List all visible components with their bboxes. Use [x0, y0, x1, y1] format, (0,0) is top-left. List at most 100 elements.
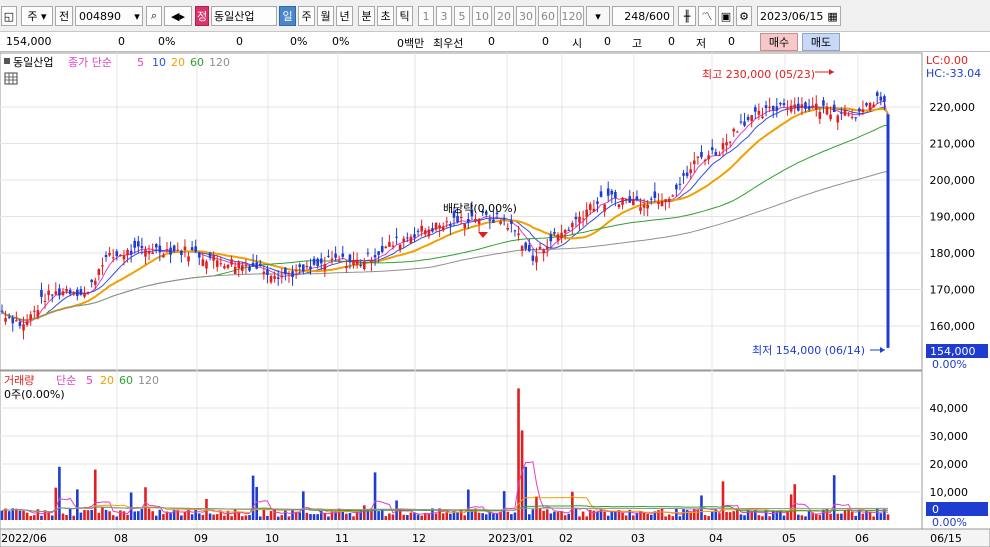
- candle-body: [707, 155, 710, 160]
- candle-body: [47, 290, 50, 296]
- candle-body: [621, 198, 624, 205]
- stock-chart[interactable]: 동일산업 종가 단순 5 10 20 60 120 LC:0.00 HC:-33…: [0, 0, 990, 547]
- volume-bar: [90, 509, 93, 520]
- volume-bar: [524, 466, 528, 520]
- price-panel-stock-name: 동일산업: [13, 55, 53, 69]
- candle-body: [58, 288, 61, 296]
- volume-bar: [606, 515, 610, 520]
- volume-bar: [18, 510, 22, 520]
- candle-body: [65, 288, 68, 292]
- volume-bar: [517, 388, 520, 520]
- ma20-label: 20: [171, 56, 185, 69]
- volume-bar: [732, 511, 736, 520]
- volume-bar: [241, 516, 244, 520]
- candle-body: [119, 254, 122, 256]
- candle-body: [248, 266, 251, 271]
- last-volume-text: 0: [932, 503, 939, 516]
- candle-body: [682, 173, 685, 176]
- candle-body: [764, 105, 768, 109]
- volume-bar: [624, 515, 628, 520]
- candle-body: [588, 204, 592, 211]
- volume-bar: [101, 507, 104, 520]
- volume-bar: [15, 508, 18, 520]
- candle-body: [725, 142, 728, 146]
- volume-bar: [169, 513, 172, 520]
- candle-body: [348, 254, 352, 262]
- candle-body: [68, 289, 72, 294]
- candle-body: [761, 116, 764, 119]
- candle-body: [560, 232, 563, 238]
- volume-bar: [578, 516, 581, 520]
- x-tick-label: 04: [709, 532, 723, 545]
- volume-bar: [804, 516, 807, 520]
- volume-bar: [675, 508, 678, 520]
- candle-body: [122, 255, 126, 260]
- candle-body: [298, 264, 302, 268]
- volume-bar: [434, 513, 438, 520]
- candle-body: [97, 269, 101, 276]
- candle-body: [596, 201, 599, 204]
- candle-body: [714, 151, 718, 156]
- volume-bar: [230, 516, 233, 520]
- candle-body: [531, 255, 535, 261]
- volume-bar: [463, 515, 467, 520]
- candle-body: [29, 314, 32, 320]
- volume-bar: [248, 515, 251, 520]
- candle-body: [556, 234, 560, 241]
- volume-bar: [76, 489, 79, 520]
- candle-body: [689, 169, 693, 174]
- candle-body: [854, 117, 858, 119]
- volume-bar: [427, 513, 431, 520]
- candle-body: [341, 253, 345, 257]
- candle-body: [40, 289, 43, 297]
- candle-body: [334, 253, 337, 258]
- candle-body: [406, 237, 409, 239]
- candle-body: [477, 218, 481, 224]
- candle-body: [739, 121, 743, 123]
- volume-bar: [510, 514, 513, 520]
- candle-body: [83, 292, 86, 297]
- volume-bar: [646, 514, 649, 520]
- volume-bar: [667, 514, 671, 520]
- price-tick-label: 200,000: [930, 174, 976, 187]
- volume-bar: [380, 509, 384, 520]
- candle-body: [312, 258, 316, 265]
- candle-body: [865, 103, 868, 106]
- candle-body: [847, 114, 850, 116]
- ma120-label: 120: [209, 56, 230, 69]
- volume-bar: [273, 508, 276, 520]
- candle-body: [617, 204, 621, 208]
- candle-body: [732, 128, 736, 132]
- volume-bar: [449, 513, 452, 520]
- candle-body: [649, 198, 653, 200]
- volume-bar: [377, 511, 380, 520]
- candle-body: [700, 151, 703, 158]
- volume-bar: [384, 516, 388, 520]
- candle-body: [90, 279, 93, 283]
- volume-bar: [692, 508, 696, 520]
- volume-bar: [280, 515, 284, 520]
- candle-body: [61, 291, 65, 296]
- candle-body: [183, 246, 187, 251]
- candle-body: [158, 245, 162, 253]
- candle-body: [255, 262, 258, 269]
- candle-body: [273, 276, 276, 279]
- volume-bar: [29, 515, 32, 520]
- candle-body: [736, 131, 739, 133]
- candle-body: [685, 172, 689, 177]
- candle-body: [492, 219, 495, 223]
- volume-bar: [585, 516, 588, 520]
- candle-body: [144, 249, 147, 257]
- volume-bar: [129, 492, 133, 520]
- volume-bar: [362, 505, 366, 520]
- candle-body: [165, 249, 169, 251]
- candle-body: [327, 255, 330, 257]
- x-tick-label: 05: [782, 532, 796, 545]
- volume-bar: [484, 514, 488, 520]
- candle-body: [162, 255, 165, 258]
- candle-body: [154, 244, 158, 248]
- volume-bar: [814, 514, 818, 520]
- candle-body: [93, 280, 97, 285]
- candle-body: [262, 271, 266, 274]
- candle-body: [151, 252, 154, 255]
